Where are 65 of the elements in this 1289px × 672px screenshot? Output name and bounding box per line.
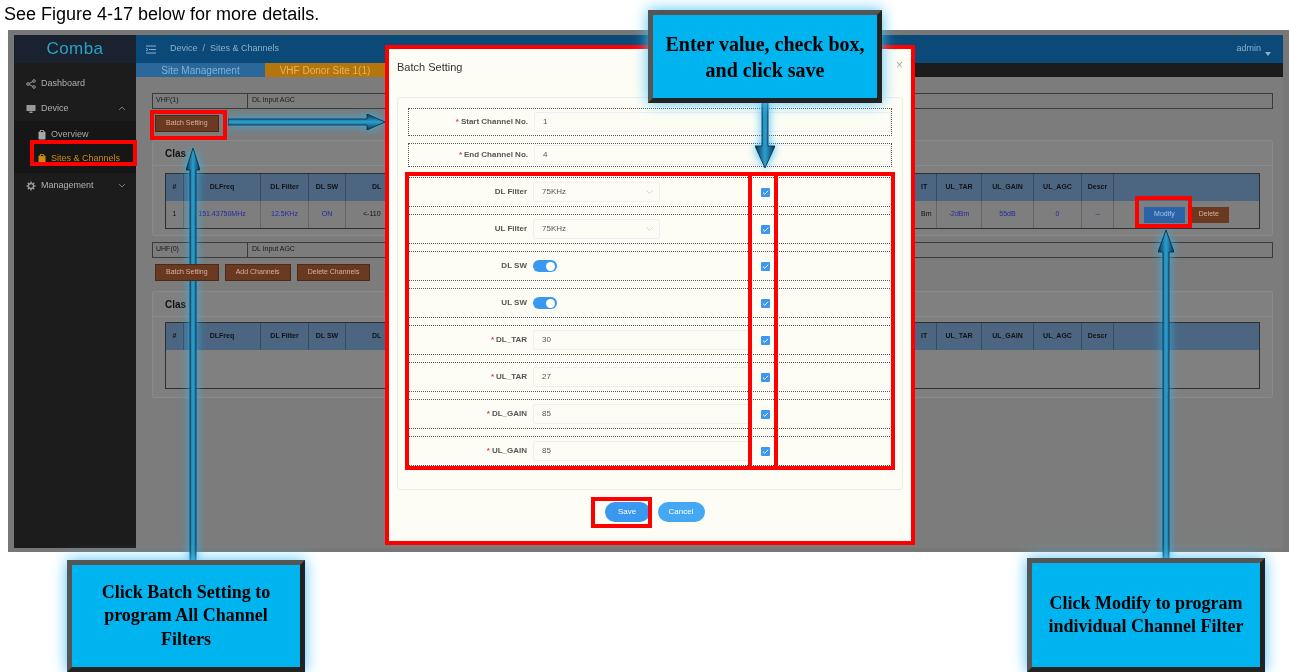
highlight-frame <box>1135 196 1192 228</box>
section-title: Clas <box>165 146 187 161</box>
dialog-title: Batch Setting <box>397 60 463 75</box>
field-label: DL Filter <box>494 186 527 198</box>
required-mark: * <box>458 149 462 161</box>
breadcrumb-separator: / <box>202 42 206 56</box>
share-icon <box>26 78 36 89</box>
menu-icon <box>146 44 156 54</box>
required-mark: * <box>455 116 459 128</box>
tab[interactable]: Site Management <box>136 63 265 77</box>
required-mark: * <box>490 334 495 346</box>
field-label: UL SW <box>501 297 527 309</box>
caret-icon <box>1265 51 1271 56</box>
logo: Comba <box>14 35 136 63</box>
callout: Click Batch Setting to program All Channel Filters <box>67 560 305 672</box>
monitor-icon <box>26 103 36 114</box>
toggle-switch[interactable] <box>533 260 557 272</box>
field-label: UL_TAR <box>496 371 527 383</box>
callout: Enter value, check box, and click save <box>648 10 882 103</box>
checkbox[interactable] <box>760 187 770 197</box>
field-label: DL SW <box>501 260 527 272</box>
checkbox[interactable] <box>760 446 770 456</box>
save-button[interactable]: Save <box>604 502 650 522</box>
checkbox[interactable] <box>760 335 770 345</box>
field-label: Start Channel No. <box>460 116 528 128</box>
checkbox[interactable] <box>760 224 770 234</box>
sidebar-item[interactable]: Sites & Channels <box>14 147 136 171</box>
field-label: UL Filter <box>494 223 527 235</box>
required-mark: * <box>486 408 490 420</box>
checkbox[interactable] <box>760 372 770 382</box>
settings-icon <box>26 180 36 191</box>
toggle-switch[interactable] <box>533 297 557 309</box>
input-field[interactable]: 85 <box>533 404 750 424</box>
input-field[interactable]: 27 <box>533 367 750 387</box>
input-field[interactable]: 30 <box>533 330 750 350</box>
section-title: Clas <box>165 297 187 312</box>
required-mark: * <box>486 445 490 457</box>
checkbox[interactable] <box>760 409 770 419</box>
checkbox[interactable] <box>760 298 770 308</box>
caption-text: See Figure 4-17 below for more details. <box>3 3 321 26</box>
field-label: End Channel No. <box>464 149 528 161</box>
callout: Click Modify to program individual Channel Filter <box>1027 558 1265 672</box>
dropdown[interactable]: 75KHz <box>533 219 660 239</box>
user-menu[interactable]: admin <box>1236 42 1261 56</box>
sidebar-item[interactable]: Overview <box>14 123 136 147</box>
highlight-frame <box>591 497 652 528</box>
breadcrumb-link[interactable]: Device <box>170 42 198 56</box>
field-label: DL_GAIN <box>491 408 527 420</box>
checkbox[interactable] <box>760 261 770 271</box>
breadcrumb-link[interactable]: Sites & Channels <box>210 42 280 56</box>
sidebar-item[interactable]: Management <box>14 173 136 198</box>
arrow <box>755 102 775 168</box>
field-label: DL_TAR <box>496 334 527 346</box>
sidebar-item[interactable]: Dashboard <box>14 71 136 96</box>
dropdown[interactable]: 75KHz <box>533 182 660 202</box>
chevron-down-icon <box>646 190 653 194</box>
sidebar-item[interactable]: Device <box>14 96 136 121</box>
field-label: UL_GAIN <box>491 445 527 457</box>
required-mark: * <box>490 371 495 383</box>
clipboard-icon <box>38 130 46 140</box>
input-field[interactable]: 1 <box>534 112 891 132</box>
clipboard-icon <box>38 154 46 164</box>
chevron-down-icon <box>646 227 653 231</box>
input-field[interactable]: 85 <box>533 441 750 461</box>
input-field[interactable]: 4 <box>534 145 891 165</box>
